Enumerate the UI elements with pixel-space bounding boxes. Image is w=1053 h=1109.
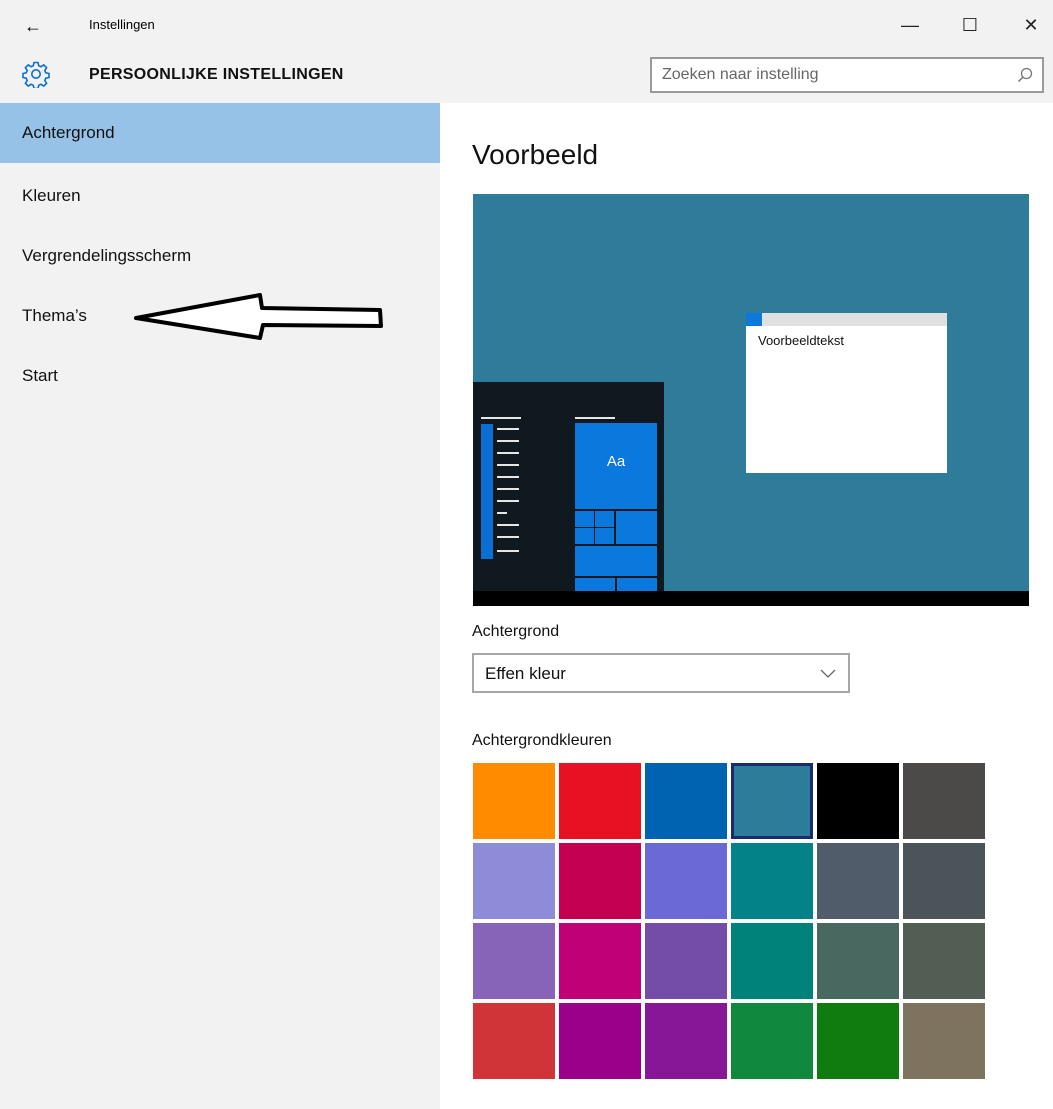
sidebar-item-start[interactable]: Start xyxy=(0,346,440,406)
title-bar: ← Instellingen — ☐ ✕ xyxy=(0,0,1053,50)
color-swatch[interactable] xyxy=(817,923,899,999)
preview-title: Voorbeeld xyxy=(472,139,599,170)
color-swatch[interactable] xyxy=(731,763,813,839)
color-swatch[interactable] xyxy=(645,843,727,919)
color-swatch[interactable] xyxy=(731,843,813,919)
close-button[interactable]: ✕ xyxy=(1008,8,1053,42)
search-icon[interactable] xyxy=(1016,66,1034,84)
page-header: PERSOONLIJKE INSTELLINGEN xyxy=(0,50,1053,103)
color-swatch[interactable] xyxy=(559,843,641,919)
color-swatch[interactable] xyxy=(473,923,555,999)
preview-tile xyxy=(575,546,657,576)
main-content: Voorbeeld Voorbeeldtekst Aa Achtergrond … xyxy=(440,103,1053,1109)
app-list-line xyxy=(497,452,519,454)
search-input[interactable] xyxy=(662,63,992,87)
app-list-line xyxy=(497,512,507,514)
preview-tile xyxy=(616,511,657,544)
gear-icon xyxy=(22,61,50,88)
color-swatch[interactable] xyxy=(473,1003,555,1079)
desktop-preview: Voorbeeldtekst Aa xyxy=(473,194,1029,606)
app-list-icons xyxy=(481,424,493,559)
sample-window: Voorbeeldtekst xyxy=(746,313,947,473)
app-list-line xyxy=(497,440,519,442)
color-swatch[interactable] xyxy=(903,843,985,919)
preview-tile xyxy=(617,578,657,591)
color-swatch[interactable] xyxy=(817,763,899,839)
background-colors-label: Achtergrondkleuren xyxy=(472,732,612,749)
start-menu-preview: Aa xyxy=(473,382,664,591)
window-title: Instellingen xyxy=(89,17,155,32)
color-swatch[interactable] xyxy=(645,1003,727,1079)
app-list-line xyxy=(497,428,519,430)
color-swatch[interactable] xyxy=(559,763,641,839)
minimize-button[interactable]: — xyxy=(887,8,933,42)
sidebar-item-kleuren[interactable]: Kleuren xyxy=(0,166,440,226)
sample-text: Voorbeeldtekst xyxy=(758,333,845,348)
preview-tile xyxy=(575,511,594,527)
app-list-line xyxy=(497,464,519,466)
color-swatch[interactable] xyxy=(645,923,727,999)
page-title: PERSOONLIJKE INSTELLINGEN xyxy=(89,66,344,83)
maximize-button[interactable]: ☐ xyxy=(947,8,993,42)
preview-taskbar xyxy=(473,591,1029,606)
app-list-line xyxy=(497,536,519,538)
preview-tile: Aa xyxy=(575,423,657,509)
app-list-line xyxy=(497,524,519,526)
preview-tile xyxy=(595,511,614,527)
color-swatch[interactable] xyxy=(903,1003,985,1079)
color-swatch[interactable] xyxy=(817,843,899,919)
chevron-down-icon xyxy=(820,669,836,678)
preview-tile xyxy=(575,578,615,591)
start-menu-line xyxy=(481,417,521,419)
color-swatch[interactable] xyxy=(473,843,555,919)
sidebar-item-vergrendelingsscherm[interactable]: Vergrendelingsscherm xyxy=(0,226,440,286)
color-swatch[interactable] xyxy=(817,1003,899,1079)
search-box[interactable] xyxy=(650,57,1044,93)
annotation-arrow-icon xyxy=(134,293,383,340)
sidebar-item-achtergrond[interactable]: Achtergrond xyxy=(0,103,440,163)
app-list-line xyxy=(497,550,519,552)
start-menu-line xyxy=(575,417,615,419)
color-swatch[interactable] xyxy=(559,1003,641,1079)
color-swatch[interactable] xyxy=(645,763,727,839)
background-dropdown-value: Effen kleur xyxy=(485,664,566,683)
preview-tile xyxy=(595,528,614,544)
back-button[interactable]: ← xyxy=(24,10,64,42)
app-list-line xyxy=(497,500,519,502)
color-swatch[interactable] xyxy=(473,763,555,839)
color-swatch[interactable] xyxy=(731,923,813,999)
app-list-line xyxy=(497,476,519,478)
color-swatch[interactable] xyxy=(731,1003,813,1079)
app-list-line xyxy=(497,488,519,490)
color-swatch[interactable] xyxy=(903,763,985,839)
color-swatch[interactable] xyxy=(559,923,641,999)
sample-window-accent xyxy=(746,313,762,326)
color-swatch-grid xyxy=(473,763,993,1083)
background-dropdown[interactable]: Effen kleur xyxy=(472,653,850,693)
background-label: Achtergrond xyxy=(472,623,560,640)
preview-tile xyxy=(575,528,594,544)
sample-window-titlebar xyxy=(746,313,947,326)
color-swatch[interactable] xyxy=(903,923,985,999)
sidebar: Achtergrond Kleuren Vergrendelingsscherm… xyxy=(0,103,440,1109)
